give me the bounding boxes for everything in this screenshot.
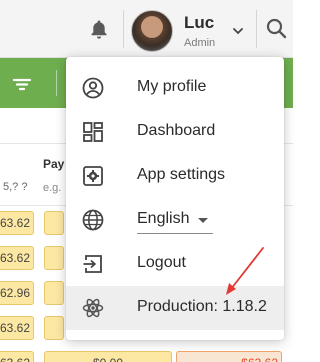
table-cell[interactable]: $63.62 — [176, 351, 282, 362]
column-subheader: e.g. — [43, 182, 62, 194]
language-select-value: English — [137, 210, 190, 227]
bell-icon — [91, 20, 107, 39]
table-cell[interactable] — [44, 246, 64, 270]
globe-icon — [82, 209, 104, 231]
menu-item-label: Logout — [137, 254, 186, 271]
table-cell[interactable]: $0.00 — [44, 351, 172, 362]
table-cell[interactable]: 63.62 — [0, 246, 34, 270]
menu-item-dashboard[interactable]: Dashboard — [66, 110, 284, 154]
logout-icon — [83, 255, 102, 273]
user-role: Admin — [184, 37, 216, 49]
user-dropdown-menu: My profile Dashboard App settings Englis… — [66, 57, 284, 340]
menu-item-label: Production: 1.18.2 — [137, 298, 267, 315]
menu-item-production-version[interactable]: Production: 1.18.2 — [66, 286, 284, 330]
table-cell[interactable] — [44, 281, 64, 305]
menu-item-my-profile[interactable]: My profile — [66, 66, 284, 110]
table-cell[interactable]: 62.96 — [0, 281, 34, 305]
dashboard-icon — [83, 122, 103, 142]
avatar — [131, 10, 173, 52]
user-menu-button[interactable]: Luc Admin — [130, 7, 254, 53]
top-bar: Luc Admin — [0, 0, 293, 58]
notifications-button[interactable] — [82, 12, 116, 46]
divider — [123, 10, 124, 48]
table-cell[interactable]: 63.62 — [0, 316, 34, 340]
table-cell[interactable]: 63.62 — [0, 211, 34, 235]
menu-item-label: My profile — [137, 78, 207, 95]
divider — [256, 10, 257, 48]
user-name: Luc — [184, 13, 215, 32]
caret-down-icon — [198, 218, 208, 223]
chevron-down-icon — [233, 28, 243, 35]
column-header-pay: Pay — [43, 157, 65, 171]
filter-icon[interactable] — [8, 72, 36, 96]
divider — [56, 70, 57, 96]
menu-item-label: App settings — [137, 166, 226, 183]
account-circle-icon — [82, 77, 104, 99]
menu-item-app-settings[interactable]: App settings — [66, 154, 284, 198]
atom-icon — [82, 298, 104, 318]
search-icon[interactable] — [262, 14, 292, 44]
table-cell[interactable] — [44, 316, 64, 340]
language-select[interactable]: English — [137, 206, 213, 234]
menu-item-logout[interactable]: Logout — [66, 242, 284, 286]
menu-item-label: Dashboard — [137, 122, 216, 139]
table-cell[interactable] — [44, 211, 64, 235]
table-cell[interactable]: 63.62 — [0, 351, 34, 362]
menu-item-language: English — [66, 198, 284, 242]
column-header-fragment: 5,? ? — [3, 181, 28, 193]
settings-icon — [83, 166, 103, 186]
